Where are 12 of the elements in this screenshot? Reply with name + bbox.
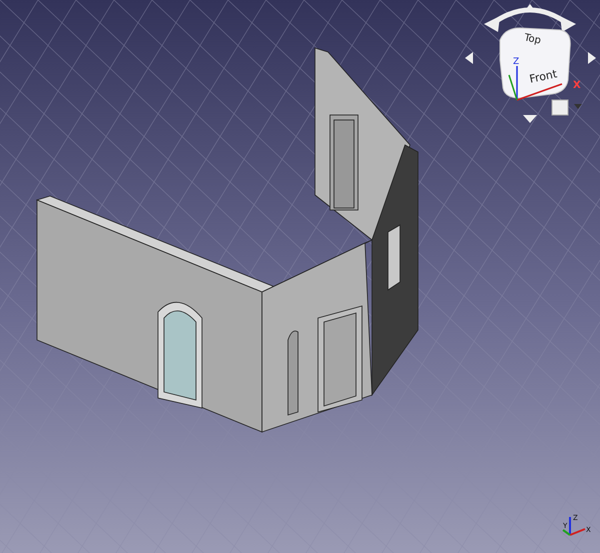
z-axis-line [516, 66, 518, 100]
top-face-label: Top [523, 32, 542, 47]
x-axis-line [516, 83, 562, 101]
z-axis-label: Z [513, 57, 520, 67]
rotate-arrow-icon[interactable] [484, 8, 576, 32]
navigation-cube[interactable]: Top Front Z X [465, 4, 596, 123]
x-axis-label: X [573, 80, 581, 91]
y-axis-line [508, 74, 518, 100]
left-arrow-icon[interactable] [465, 52, 473, 64]
front-face-label: Front [528, 67, 558, 86]
down-arrow-icon[interactable] [523, 115, 537, 123]
right-arrow-icon[interactable] [588, 52, 596, 64]
